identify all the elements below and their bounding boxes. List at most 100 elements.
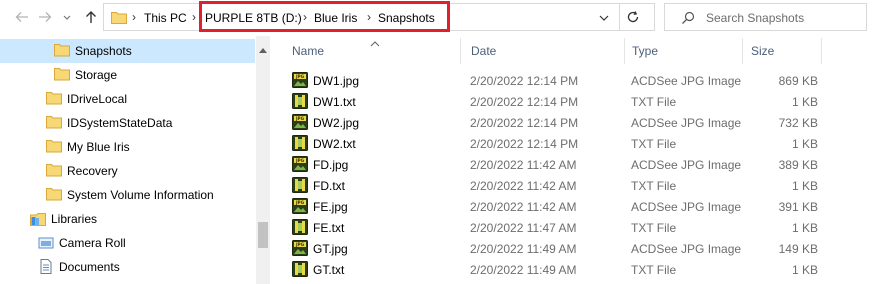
search-input[interactable]: Search Snapshots [706,11,804,25]
breadcrumb-blue-iris[interactable]: Blue Iris [314,11,357,25]
folder-icon [46,115,62,132]
file-name: GT.txt [313,263,345,277]
chevron-right-icon: › [303,10,307,24]
table-row[interactable]: FD.txt 2/20/2022 11:42 AM TXT File 1 KB [270,175,830,196]
file-size: 1 KB [791,263,818,277]
forward-arrow-icon[interactable] [37,9,53,25]
file-type: ACDSee JPG Image [631,74,742,88]
svg-text:JPG: JPG [295,242,305,247]
jpg-file-icon: JPG [292,156,308,175]
chevron-right-icon: › [192,10,196,24]
file-name: DW1.jpg [313,74,360,88]
folder-icon [54,67,70,84]
nav-item-recovery[interactable]: Recovery [0,159,255,183]
libraries-icon [30,211,46,229]
file-size: 1 KB [791,137,818,151]
table-row[interactable]: JPG DW2.jpg 2/20/2022 12:14 PM ACDSee JPG I… [270,112,830,133]
nav-item-label: IDriveLocal [67,92,128,106]
documents-icon [38,259,54,277]
table-row[interactable]: FE.txt 2/20/2022 11:47 AM TXT File 1 KB [270,217,830,238]
jpg-file-icon: JPG [292,240,308,259]
column-header-name[interactable]: Name [292,44,324,58]
folder-icon [111,11,127,24]
column-divider[interactable] [624,38,625,64]
txt-file-icon [292,177,308,196]
file-type: TXT File [631,263,677,277]
file-size: 149 KB [778,242,818,256]
file-size: 389 KB [778,158,818,172]
nav-item-label: Recovery [67,164,118,178]
breadcrumb-snapshots[interactable]: Snapshots [378,11,435,25]
nav-item-documents[interactable]: Documents [0,255,255,279]
table-row[interactable]: JPG FE.jpg 2/20/2022 11:42 AM ACDSee JPG Im… [270,196,830,217]
folder-icon [46,187,62,204]
column-header-type[interactable]: Type [632,44,658,58]
table-row[interactable]: JPG FD.jpg 2/20/2022 11:42 AM ACDSee JPG Im… [270,154,830,175]
file-name: GT.jpg [313,242,348,256]
nav-item-label: System Volume Information [67,188,214,202]
file-name: FE.jpg [313,200,348,214]
refresh-icon[interactable] [626,10,640,27]
column-header-row: Name Date Type Size [270,36,876,66]
file-name: DW2.txt [313,137,356,151]
nav-item-storage[interactable]: Storage [0,63,255,87]
scroll-up-arrow-icon[interactable] [259,42,267,56]
camera-roll-icon [38,235,54,252]
chevron-right-icon: › [132,10,136,24]
address-bar[interactable]: › This PC › PURPLE 8TB (D:) › Blue Iris … [103,3,655,31]
nav-item-system-volume-information[interactable]: System Volume Information [0,183,255,207]
file-date: 2/20/2022 12:14 PM [470,74,579,88]
column-header-size[interactable]: Size [751,44,774,58]
back-arrow-icon[interactable] [14,9,30,25]
nav-item-label: My Blue Iris [67,140,130,154]
file-type: TXT File [631,179,677,193]
table-row[interactable]: GT.txt 2/20/2022 11:49 AM TXT File 1 KB [270,259,830,280]
table-row[interactable]: DW1.txt 2/20/2022 12:14 PM TXT File 1 KB [270,91,830,112]
nav-item-label: IDSystemStateData [67,116,173,130]
recent-dropdown-icon[interactable] [62,9,72,25]
chevron-down-icon[interactable] [598,12,610,26]
breadcrumb-drive[interactable]: PURPLE 8TB (D:) [205,11,302,25]
file-name: FE.txt [313,221,345,235]
nav-item-idrivelocal[interactable]: IDriveLocal [0,87,255,111]
scrollbar-thumb[interactable] [258,222,268,248]
file-type: ACDSee JPG Image [631,158,742,172]
file-type: ACDSee JPG Image [631,242,742,256]
file-date: 2/20/2022 12:14 PM [470,116,579,130]
nav-item-label: Documents [59,260,120,274]
file-name: DW1.txt [313,95,356,109]
file-list: Name Date Type Size JPG DW1.jpg 2/20/2022 … [270,36,876,284]
column-divider[interactable] [821,38,822,64]
nav-scrollbar[interactable] [256,36,270,284]
column-divider[interactable] [742,38,743,64]
table-row[interactable]: JPG DW1.jpg 2/20/2022 12:14 PM ACDSee JPG I… [270,70,830,91]
search-icon [681,11,695,28]
nav-item-idsystemstatedata[interactable]: IDSystemStateData [0,111,255,135]
txt-file-icon [292,93,308,112]
sort-ascending-icon [370,36,380,50]
breadcrumb-this-pc[interactable]: This PC [144,11,187,25]
file-date: 2/20/2022 11:42 AM [470,200,577,214]
table-row[interactable]: JPG GT.jpg 2/20/2022 11:49 AM ACDSee JPG Im… [270,238,830,259]
file-size: 1 KB [791,95,818,109]
chevron-right-icon: › [367,10,371,24]
nav-item-my-blue-iris[interactable]: My Blue Iris [0,135,255,159]
nav-item-libraries[interactable]: Libraries [0,207,255,231]
txt-file-icon [292,219,308,238]
file-date: 2/20/2022 12:14 PM [470,137,579,151]
column-divider[interactable] [460,38,461,64]
nav-item-camera-roll[interactable]: Camera Roll [0,231,255,255]
column-header-date[interactable]: Date [471,44,496,58]
divider [619,4,620,30]
svg-text:JPG: JPG [295,74,305,79]
svg-text:JPG: JPG [295,116,305,121]
address-row: › This PC › PURPLE 8TB (D:) › Blue Iris … [0,0,876,36]
up-arrow-icon[interactable] [83,9,99,25]
nav-item-snapshots[interactable]: Snapshots [0,39,255,63]
table-row[interactable]: DW2.txt 2/20/2022 12:14 PM TXT File 1 KB [270,133,830,154]
folder-icon [46,139,62,156]
file-date: 2/20/2022 11:42 AM [470,158,577,172]
file-size: 391 KB [778,200,818,214]
file-type: TXT File [631,221,677,235]
search-box[interactable]: Search Snapshots [664,3,867,31]
